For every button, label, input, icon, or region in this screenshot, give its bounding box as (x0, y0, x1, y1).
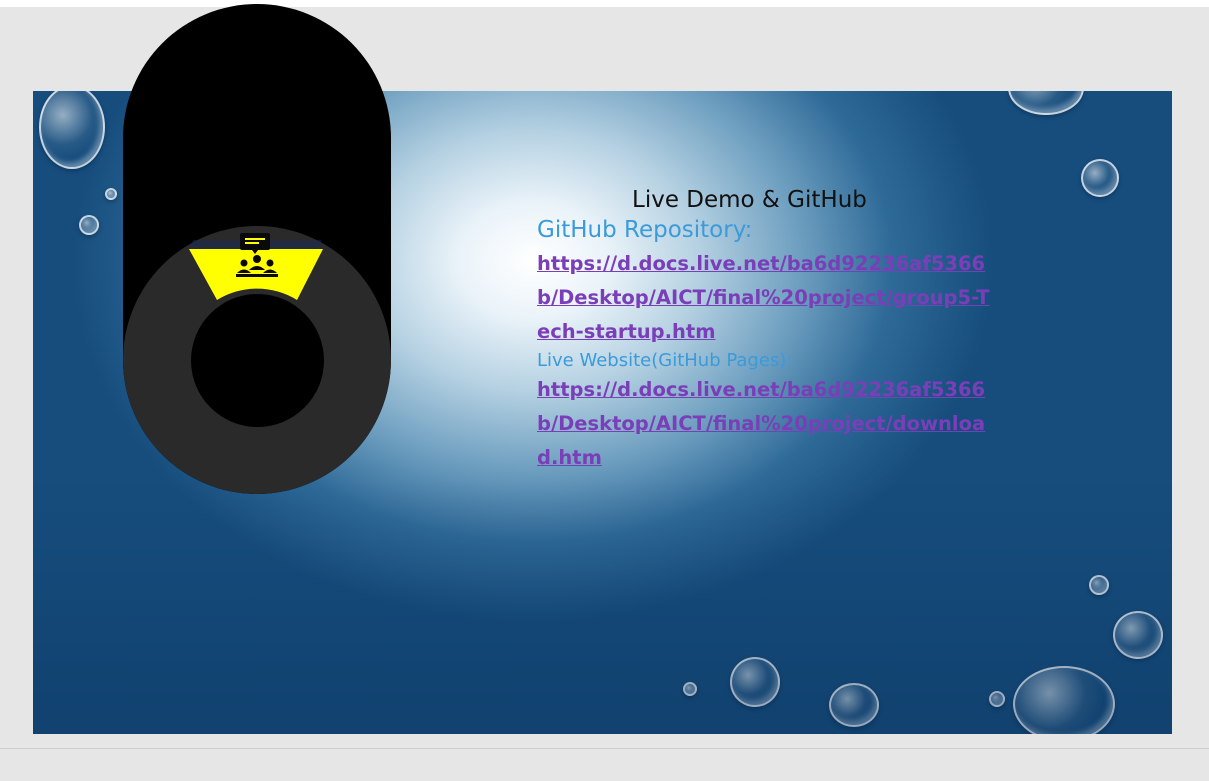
video-capsule-overlay[interactable] (123, 4, 391, 494)
github-repository-label: GitHub Repository: (537, 217, 753, 243)
status-bar-divider (0, 748, 1209, 749)
water-drop-decoration (683, 682, 697, 696)
water-drop-decoration (989, 691, 1005, 707)
water-drop-decoration (39, 91, 105, 169)
github-repository-link[interactable]: https://d.docs.live.net/ba6d92236af5366b… (537, 247, 999, 349)
presentation-app: Live Demo & GitHub GitHub Repository: ht… (0, 0, 1209, 781)
live-website-link[interactable]: https://d.docs.live.net/ba6d92236af5366b… (537, 373, 999, 475)
meeting-icon (236, 233, 278, 277)
water-drop-decoration (1008, 91, 1084, 115)
water-drop-decoration (1113, 611, 1163, 659)
water-drop-decoration (1081, 159, 1119, 197)
slide-title: Live Demo & GitHub (632, 187, 867, 213)
water-drop-decoration (829, 683, 879, 727)
water-drop-decoration (730, 657, 780, 707)
live-website-label: Live Website(GitHub Pages): (537, 350, 793, 371)
water-drop-decoration (79, 215, 99, 235)
water-drop-decoration (1089, 575, 1109, 595)
water-drop-decoration (105, 188, 117, 200)
water-drop-decoration (1013, 666, 1115, 734)
slide-text-block: Live Demo & GitHub GitHub Repository: ht… (537, 187, 1007, 475)
